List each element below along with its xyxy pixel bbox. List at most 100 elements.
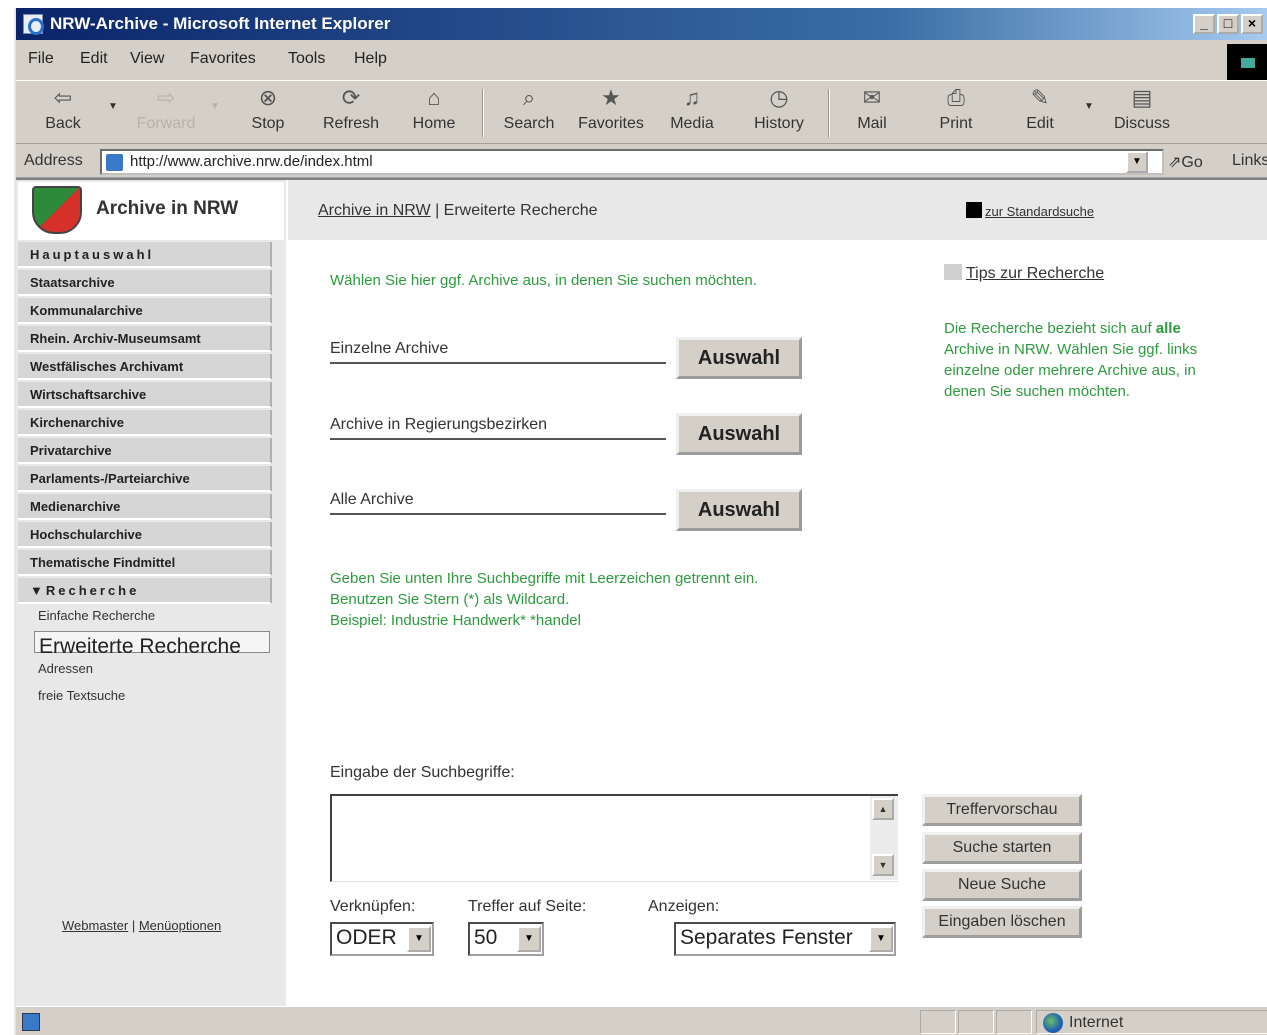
chevron-down-icon[interactable]: ▼: [869, 926, 893, 952]
eingaben-loeschen-button[interactable]: Eingaben löschen: [922, 906, 1082, 938]
auswahl-button-regierungsbezirke[interactable]: Auswahl: [676, 413, 802, 455]
treffer-select[interactable]: 50 ▼: [468, 922, 544, 956]
sidebar-footer-links: Webmaster | Menüoptionen: [62, 918, 221, 933]
verknuepfen-value: ODER: [336, 926, 397, 949]
address-field[interactable]: http://www.archive.nrw.de/index.html: [100, 149, 1164, 175]
address-url: http://www.archive.nrw.de/index.html: [130, 153, 373, 170]
mail-button[interactable]: ✉ Mail: [844, 83, 900, 133]
edit-dropdown-icon[interactable]: ▼: [1084, 101, 1094, 112]
refresh-button[interactable]: ⟳ Refresh: [316, 83, 386, 133]
sidebar-item-privatarchive[interactable]: Privatarchive: [18, 438, 272, 464]
discuss-icon: ▤: [1131, 85, 1153, 110]
anzeigen-select[interactable]: Separates Fenster ▼: [674, 922, 896, 956]
forward-dropdown-icon[interactable]: ▼: [210, 101, 220, 112]
textarea-scrollbar[interactable]: ▲ ▼: [870, 796, 898, 880]
treffer-label: Treffer auf Seite:: [468, 898, 587, 915]
back-button[interactable]: ⇦ Back: [38, 83, 88, 133]
stop-icon: ⊗: [258, 85, 278, 110]
back-label: Back: [45, 115, 81, 132]
status-pane: [958, 1010, 994, 1034]
maximize-button[interactable]: □: [1217, 14, 1239, 34]
sidebar-item-westf-archivamt[interactable]: Westfälisches Archivamt: [18, 354, 272, 380]
sidebar-item-recherche[interactable]: ▼Recherche: [18, 578, 272, 604]
sidebar-item-kommunalarchive[interactable]: Kommunalarchive: [18, 298, 272, 324]
breadcrumb-home-link[interactable]: Archive in NRW: [318, 202, 431, 219]
sidebar-item-medienarchive[interactable]: Medienarchive: [18, 494, 272, 520]
scroll-up-icon[interactable]: ▲: [872, 798, 894, 820]
print-button[interactable]: ⎙ Print: [930, 83, 982, 133]
go-button[interactable]: ⇗Go: [1168, 152, 1203, 172]
sub-item-freie-textsuche[interactable]: freie Textsuche: [38, 688, 125, 703]
discuss-button[interactable]: ▤ Discuss: [1106, 83, 1178, 133]
search-button[interactable]: ⌕ Search: [496, 83, 562, 133]
status-bar: Internet: [16, 1006, 1267, 1035]
verknuepfen-label: Verknüpfen:: [330, 898, 416, 915]
auswahl-button-alle[interactable]: Auswahl: [676, 489, 802, 531]
menu-help[interactable]: Help: [354, 50, 387, 68]
nrw-shield-icon: [32, 186, 82, 234]
sidebar-item-hochschularchive[interactable]: Hochschularchive: [18, 522, 272, 548]
sidebar-item-wirtschaftsarchive[interactable]: Wirtschaftsarchive: [18, 382, 272, 408]
sidebar-item-findmittel[interactable]: Thematische Findmittel: [18, 550, 272, 576]
forward-button[interactable]: ⇨ Forward: [126, 83, 206, 133]
archive-row-label: Einzelne Archive: [330, 340, 449, 357]
suche-starten-button[interactable]: Suche starten: [922, 832, 1082, 864]
sidebar-item-hauptauswahl[interactable]: Hauptauswahl: [18, 242, 272, 268]
menu-tools[interactable]: Tools: [288, 50, 325, 68]
archive-row-einzelne: Einzelne Archive: [330, 340, 666, 364]
back-dropdown-icon[interactable]: ▼: [108, 101, 118, 112]
media-button[interactable]: ♫ Media: [662, 83, 722, 133]
breadcrumb-current: | Erweiterte Recherche: [430, 202, 598, 219]
intro-text: Wählen Sie hier ggf. Archive aus, in den…: [330, 272, 757, 289]
history-button[interactable]: ◷ History: [744, 83, 814, 133]
sidebar-item-staatsarchive[interactable]: Staatsarchive: [18, 270, 272, 296]
title-bar: NRW-Archive - Microsoft Internet Explore…: [16, 8, 1267, 40]
webmaster-link[interactable]: Webmaster: [62, 918, 128, 933]
edit-button[interactable]: ✎ Edit: [1014, 83, 1066, 133]
favorites-label: Favorites: [578, 115, 644, 132]
mail-icon: ✉: [862, 85, 882, 110]
sub-item-erweiterte-recherche[interactable]: Erweiterte Recherche: [34, 631, 270, 658]
menu-file[interactable]: File: [28, 50, 54, 68]
page-header: Archive in NRW | Erweiterte Recherche zu…: [288, 180, 1267, 240]
menu-edit[interactable]: Edit: [80, 50, 108, 68]
chevron-down-icon[interactable]: ▼: [517, 926, 541, 952]
treffervorschau-button[interactable]: Treffervorschau: [922, 794, 1082, 826]
close-button[interactable]: ×: [1241, 14, 1263, 34]
breadcrumb: Archive in NRW | Erweiterte Recherche: [318, 202, 598, 220]
mail-label: Mail: [857, 115, 887, 132]
favorites-button[interactable]: ★ Favorites: [570, 83, 652, 133]
archive-row-label: Archive in Regierungsbezirken: [330, 416, 547, 433]
row-underline: [330, 362, 666, 364]
neue-suche-button[interactable]: Neue Suche: [922, 869, 1082, 901]
standard-search-link[interactable]: zur Standardsuche: [966, 202, 1094, 219]
forward-label: Forward: [136, 115, 196, 132]
stop-button[interactable]: ⊗ Stop: [242, 83, 294, 133]
minimize-button[interactable]: _: [1193, 14, 1215, 34]
scroll-down-icon[interactable]: ▼: [872, 854, 894, 876]
chevron-down-icon[interactable]: ▼: [407, 926, 431, 952]
page-content: Archive in NRW Hauptauswahl Staatsarchiv…: [16, 178, 1267, 1010]
sidebar-item-kirchenarchive[interactable]: Kirchenarchive: [18, 410, 272, 436]
tips-link[interactable]: Tips zur Recherche: [944, 264, 1104, 283]
zone-label: Internet: [1069, 1014, 1124, 1031]
menu-view[interactable]: View: [130, 50, 164, 68]
logo-text: Archive in NRW: [96, 198, 239, 219]
sidebar-item-rhein-archiv[interactable]: Rhein. Archiv-Museumsamt: [18, 326, 272, 352]
nrw-logo[interactable]: Archive in NRW: [18, 182, 284, 240]
address-dropdown-button[interactable]: ▼: [1126, 151, 1148, 173]
refresh-icon: ⟳: [341, 85, 361, 110]
home-button[interactable]: ⌂ Home: [404, 83, 464, 133]
back-arrow-icon: ⇦: [53, 85, 73, 110]
sub-item-einfache-recherche[interactable]: Einfache Recherche: [38, 608, 155, 623]
menu-options-link[interactable]: Menüoptionen: [139, 918, 221, 933]
links-button[interactable]: Links: [1232, 152, 1267, 170]
verknuepfen-select[interactable]: ODER ▼: [330, 922, 434, 956]
status-pane: [920, 1010, 956, 1034]
menu-favorites[interactable]: Favorites: [190, 50, 256, 68]
sidebar-item-parlamentsarchive[interactable]: Parlaments-/Parteiarchive: [18, 466, 272, 492]
note-bold: alle: [1155, 320, 1181, 337]
search-terms-textarea[interactable]: ▲ ▼: [330, 794, 898, 882]
auswahl-button-einzelne[interactable]: Auswahl: [676, 337, 802, 379]
sub-item-adressen[interactable]: Adressen: [38, 661, 93, 676]
